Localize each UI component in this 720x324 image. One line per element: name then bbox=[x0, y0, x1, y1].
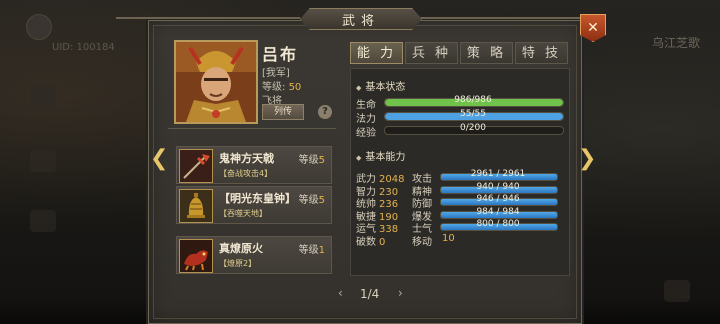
hero-faction: [我军] bbox=[262, 68, 290, 79]
ability-stat-label: 破数 bbox=[356, 237, 376, 248]
divider bbox=[168, 128, 336, 129]
fire-beast-icon bbox=[179, 239, 213, 273]
pager-prev-button[interactable]: ‹ bbox=[338, 286, 343, 300]
tab-special-skill[interactable]: 特 技 bbox=[515, 42, 568, 64]
next-hero-arrow[interactable]: ❯ bbox=[578, 146, 596, 171]
basic-status-header: 基本状态 bbox=[356, 78, 405, 93]
ability-bar-value: 946 / 946 bbox=[476, 194, 520, 205]
tab-strategy[interactable]: 策 略 bbox=[460, 42, 513, 64]
hero-level-value: 50 bbox=[288, 82, 302, 93]
player-avatar[interactable] bbox=[26, 14, 52, 40]
equipment-skill: 【吞噬天地】 bbox=[219, 209, 267, 218]
background-location-text: 乌江芝歌 bbox=[651, 36, 700, 50]
ability-stat-value: 0 bbox=[379, 237, 386, 248]
hero-pager: ‹ 1/4 › bbox=[338, 286, 416, 303]
ability-bar-value: 984 / 984 bbox=[476, 206, 520, 217]
window-title: 武将 bbox=[300, 8, 422, 30]
ability-stat-left: 破数 0 bbox=[356, 233, 385, 248]
hp-label: 生命 bbox=[356, 100, 376, 111]
equipment-level: 等级1 bbox=[299, 241, 325, 256]
hp-value: 986/986 bbox=[454, 95, 492, 105]
exp-row: 经验 0/200 bbox=[356, 123, 568, 139]
close-icon: ✕ bbox=[587, 20, 599, 36]
equipment-level-value: 1 bbox=[318, 245, 325, 256]
equipment-skill: 【奋战攻击4】 bbox=[219, 169, 273, 178]
pager-current: 1/4 bbox=[360, 287, 380, 301]
ability-stat-value: 10 bbox=[442, 233, 455, 244]
player-uid: UID: 100184 bbox=[52, 42, 115, 53]
exp-value: 0/200 bbox=[460, 123, 486, 133]
exp-label: 经验 bbox=[356, 128, 376, 139]
equipment-level: 等级5 bbox=[299, 151, 325, 166]
equipment-level-value: 5 bbox=[318, 155, 325, 166]
hero-name: 吕布 bbox=[262, 45, 299, 64]
equipment-slot-mount[interactable]: 真燎原火 等级1 【燎原2】 bbox=[176, 236, 332, 274]
prev-hero-arrow[interactable]: ❮ bbox=[150, 146, 168, 171]
equipment-slot-armor[interactable]: 【明光东皇钟】 等级5 【吞噬天地】 bbox=[176, 186, 332, 224]
biography-button[interactable]: 列传 bbox=[262, 104, 304, 120]
ability-bar-value: 940 / 940 bbox=[476, 181, 520, 192]
bell-icon bbox=[179, 189, 213, 223]
ability-bar-value: 800 / 800 bbox=[476, 219, 520, 230]
pager-next-button[interactable]: › bbox=[398, 286, 403, 300]
equipment-skill: 【燎原2】 bbox=[219, 259, 257, 268]
equipment-level-value: 5 bbox=[318, 195, 325, 206]
mp-label: 法力 bbox=[356, 114, 376, 125]
equipment-name: 真燎原火 bbox=[219, 242, 263, 255]
equipment-level: 等级5 bbox=[299, 191, 325, 206]
tab-troops[interactable]: 兵 种 bbox=[405, 42, 458, 64]
equipment-name: 【明光东皇钟】 bbox=[219, 192, 296, 205]
hero-portrait bbox=[174, 40, 258, 124]
equipment-slot-weapon[interactable]: 鬼神方天戟 等级5 【奋战攻击4】 bbox=[176, 146, 332, 184]
basic-ability-header: 基本能力 bbox=[356, 148, 405, 163]
side-menu-button[interactable] bbox=[30, 210, 56, 232]
equipment-level-label: 等级 bbox=[298, 155, 319, 166]
hp-row: 生命 986/986 bbox=[356, 95, 568, 111]
ability-stat-right: 移动 bbox=[412, 237, 432, 248]
tab-ability[interactable]: 能 力 bbox=[350, 42, 403, 64]
equipment-level-label: 等级 bbox=[298, 195, 319, 206]
hero-level: 等级: 50 bbox=[262, 78, 301, 93]
side-menu-button[interactable] bbox=[30, 150, 56, 172]
equipment-name: 鬼神方天戟 bbox=[219, 152, 274, 165]
halberd-icon bbox=[179, 149, 213, 183]
hero-portrait-image bbox=[176, 42, 256, 122]
equipment-level-label: 等级 bbox=[298, 245, 319, 256]
side-menu-button[interactable] bbox=[30, 86, 56, 108]
title-bar: 武将 bbox=[116, 8, 604, 30]
mp-row: 法力 55/55 bbox=[356, 109, 568, 125]
tab-bar: 能 力 兵 种 策 略 特 技 bbox=[350, 42, 570, 64]
mp-value: 55/55 bbox=[460, 109, 486, 119]
help-button[interactable]: ? bbox=[318, 105, 332, 119]
ability-bar-value: 2961 / 2961 bbox=[470, 169, 526, 179]
